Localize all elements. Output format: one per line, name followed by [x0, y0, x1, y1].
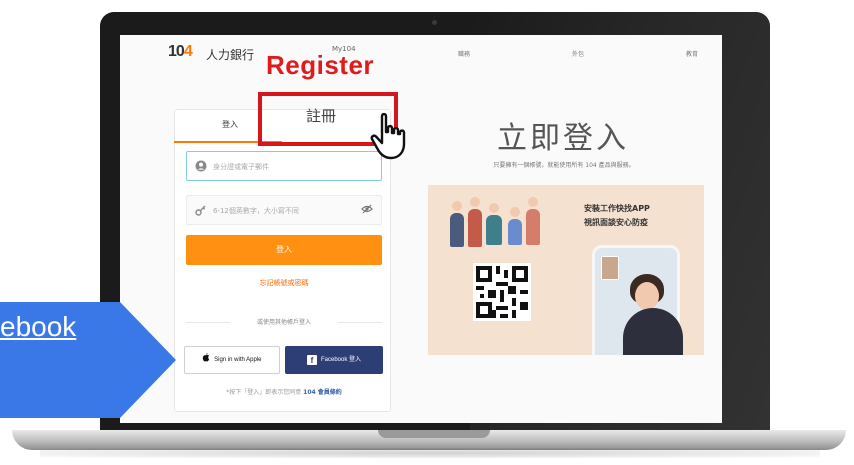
divider-text: 或使用其他帳戶登入	[256, 319, 311, 326]
account-placeholder: 身分證或電子郵件	[213, 163, 269, 171]
hero-subtitle: 只要擁有一個帳號，就能使用所有 104 產品與服務。	[493, 162, 635, 169]
nav-item-outsourcing[interactable]: 外包	[572, 49, 584, 58]
video-call-thumbnail	[601, 256, 619, 280]
logo-text: 104	[168, 43, 193, 60]
person-body	[623, 308, 683, 355]
terms-prefix: *按下「登入」即表示您同意	[226, 389, 302, 396]
facebook-login-button[interactable]: f Facebook 登入	[285, 346, 383, 374]
phone-mockup	[592, 245, 683, 355]
nav-item-jobs[interactable]: 職務	[458, 49, 470, 58]
site-logo[interactable]: 104	[168, 43, 193, 61]
login-button[interactable]: 登入	[186, 235, 382, 265]
account-field[interactable]: 身分證或電子郵件	[186, 151, 382, 181]
laptop-screen: 104 人力銀行 My104 職務 外包 教育 登入 註冊 身分證或電子郵件 6…	[120, 35, 722, 423]
promo-line-1: 安裝工作快找APP	[584, 204, 650, 213]
apple-icon	[202, 353, 214, 363]
brand-name: 人力銀行	[206, 48, 255, 62]
eye-slash-icon[interactable]	[361, 204, 373, 217]
key-icon	[195, 204, 207, 219]
terms-notice: *按下「登入」即表示您同意 104 會員條約	[184, 387, 384, 396]
laptop-shadow	[40, 448, 820, 458]
hand-pointer-icon	[370, 112, 410, 166]
person-face	[635, 282, 659, 310]
facebook-callout-label: ebook	[0, 311, 77, 342]
forgot-password-link[interactable]: 忘記帳號或密碼	[186, 278, 382, 288]
person-circle-icon	[195, 160, 207, 175]
hero-title: 立即登入	[497, 121, 629, 156]
webcam	[432, 20, 437, 25]
apple-button-label: Sign in with Apple	[214, 357, 262, 363]
terms-link[interactable]: 104 會員條約	[303, 389, 342, 396]
facebook-icon: f	[306, 355, 317, 365]
apple-signin-button[interactable]: Sign in with Apple	[184, 346, 280, 374]
qr-code	[473, 263, 531, 321]
stage: 104 人力銀行 My104 職務 外包 教育 登入 註冊 身分證或電子郵件 6…	[0, 0, 854, 465]
register-annotation-label: Register	[266, 50, 375, 80]
facebook-button-label: Facebook 登入	[320, 357, 362, 363]
app-promo-banner[interactable]: 安裝工作快找APP 視訊面談安心防疫	[428, 185, 704, 355]
password-placeholder: 6-12個英數字，大小寫不同	[213, 207, 299, 215]
nav-item-education[interactable]: 教育	[686, 49, 698, 58]
promo-line-2: 視訊面談安心防疫	[584, 218, 648, 227]
tab-login[interactable]: 登入	[220, 119, 240, 130]
password-field[interactable]: 6-12個英數字，大小寫不同	[186, 195, 382, 225]
laptop-notch	[378, 430, 490, 438]
